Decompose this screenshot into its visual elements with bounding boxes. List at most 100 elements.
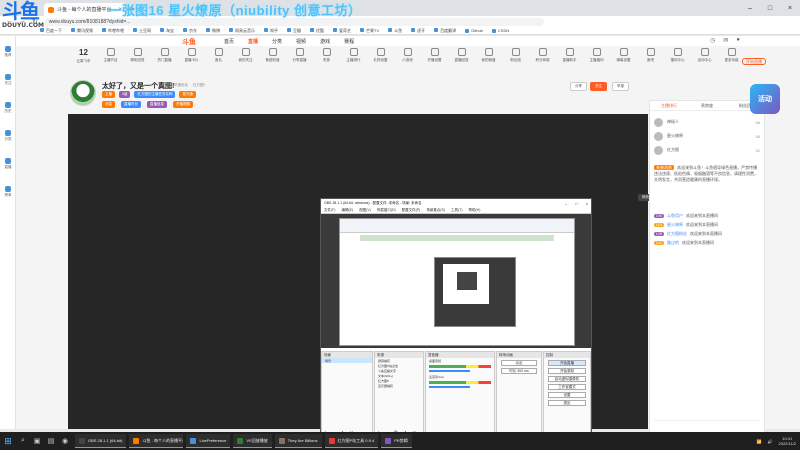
sidebar-item[interactable]: 历史 <box>0 96 16 120</box>
rank-row[interactable]: 红方图 32 <box>654 143 760 157</box>
taskbar-app[interactable]: LivePreference <box>186 434 231 448</box>
nav-item[interactable]: 视频 <box>296 38 306 45</box>
category-item[interactable]: 鱼丸 <box>205 48 232 74</box>
bookmark-item[interactable]: 微博 <box>206 28 220 34</box>
share-button[interactable]: 分享 <box>570 82 587 91</box>
network-icon[interactable]: 📶 <box>757 439 762 444</box>
windows-start-icon[interactable]: ⊞ <box>0 432 16 450</box>
category-item[interactable]: 我的频道 <box>475 48 502 74</box>
obs-close-icon[interactable]: × <box>586 201 588 206</box>
start-live-button[interactable]: 开始直播 <box>742 58 766 65</box>
bookmark-item[interactable]: 京东 <box>183 28 197 34</box>
obs-menu-item[interactable]: 场景集合(S) <box>426 208 445 213</box>
bookmark-item[interactable]: 知乎 <box>264 28 278 34</box>
obs-preview[interactable] <box>321 214 591 348</box>
nav-item[interactable]: 游戏 <box>320 38 330 45</box>
category-item[interactable]: 鱼吧 <box>637 48 664 74</box>
category-item[interactable]: 弹幕设置 <box>610 48 637 74</box>
category-item[interactable]: 小游戏 <box>394 48 421 74</box>
chrome-icon[interactable]: ◉ <box>58 432 72 450</box>
obs-minimize-icon[interactable]: – <box>565 201 567 206</box>
bookmark-item[interactable]: 爱奇艺 <box>333 28 351 34</box>
room-meta-item[interactable]: 红方图+ <box>193 83 206 88</box>
room-meta-item[interactable]: 举报 <box>162 83 169 88</box>
room-badge-secondary[interactable]: 直播时长 <box>121 101 141 108</box>
obs-menu-item[interactable]: 帮助(H) <box>469 208 481 213</box>
chat-username[interactable]: 路过的 <box>667 240 679 246</box>
nav-item[interactable]: 首页 <box>224 38 234 45</box>
category-item[interactable]: 活动中心 <box>691 48 718 74</box>
category-item[interactable]: 积分商城 <box>529 48 556 74</box>
rank-row[interactable]: 星火燎原 56 <box>654 129 760 143</box>
category-item[interactable]: 主播节目 <box>97 48 124 74</box>
bookmark-item[interactable]: 优酷 <box>310 28 324 34</box>
source-item[interactable]: 显示器捕获 <box>375 383 423 388</box>
close-window-icon[interactable]: × <box>780 0 800 16</box>
sidebar-item[interactable]: 直播 <box>0 152 16 176</box>
bookmark-item[interactable]: 土豆网 <box>133 28 151 34</box>
category-item[interactable]: 直播卡片 <box>178 48 205 74</box>
room-badge-secondary[interactable]: 消息 <box>102 101 115 108</box>
obs-control-button[interactable]: 设置 <box>548 392 586 398</box>
sidebar-item[interactable]: 榜单 <box>0 180 16 204</box>
chat-username[interactable]: 红方图粉丝 <box>667 231 687 237</box>
category-item[interactable]: 粉丝团 <box>502 48 529 74</box>
follow-button[interactable]: 关注 <box>590 82 607 91</box>
bookmark-item[interactable]: 网易云音乐 <box>229 28 255 34</box>
promo-banner[interactable]: 活动 <box>750 84 780 114</box>
nav-item[interactable]: 直播 <box>248 38 258 45</box>
video-player[interactable]: 网页全屏 OBS 28.1.1 (64-bit, windows) - 配置文件… <box>68 114 660 439</box>
obs-control-button[interactable]: 工作室模式 <box>548 384 586 390</box>
room-badge-secondary[interactable]: 直播信息 <box>147 101 167 108</box>
obs-maximize-icon[interactable]: □ <box>575 201 577 206</box>
category-item[interactable]: 主播福利 <box>583 48 610 74</box>
search-icon[interactable]: ⌕ <box>16 432 30 450</box>
room-badge-secondary[interactable]: 开播提醒 <box>173 101 193 108</box>
bookmark-item[interactable]: 斗鱼 <box>388 28 402 34</box>
taskbar-app[interactable]: 红方图P站工具 0.9.4 <box>324 434 379 448</box>
explorer-icon[interactable]: ▤ <box>44 432 58 450</box>
bookmark-item[interactable]: Github <box>465 28 483 33</box>
minimize-icon[interactable]: – <box>740 0 760 16</box>
nav-item[interactable]: 分类 <box>272 38 282 45</box>
sidebar-item[interactable]: 推荐 <box>0 40 16 64</box>
category-item[interactable]: 福利中心 <box>664 48 691 74</box>
taskbar-app[interactable]: They Are Billions <box>274 434 322 448</box>
taskbar-app[interactable]: 斗鱼 - 每个人的直播平台 <box>129 434 184 448</box>
bookmark-item[interactable]: 虎牙 <box>411 28 425 34</box>
bookmark-item[interactable]: 淘宝 <box>160 28 174 34</box>
category-item[interactable]: 直播回放 <box>448 48 475 74</box>
category-item[interactable]: 精彩回放 <box>124 48 151 74</box>
bookmark-item[interactable]: 哔哩哔哩 <box>102 28 124 34</box>
user-avatar-icon[interactable]: ● <box>736 37 740 44</box>
nav-item[interactable]: 赛程 <box>344 38 354 45</box>
taskbar-app[interactable]: PR剪辑 <box>381 434 412 448</box>
bookmark-item[interactable]: 芒果TV <box>360 28 379 34</box>
scene-item[interactable]: 场景 <box>322 358 372 363</box>
clock[interactable]: 10:41 2022/11/2 <box>779 436 797 446</box>
volume-icon[interactable]: 🔊 <box>768 439 773 444</box>
obs-menu-item[interactable]: 编辑(E) <box>341 208 353 213</box>
mic-volume-slider[interactable] <box>429 386 470 388</box>
sidebar-item[interactable]: 关注 <box>0 68 16 92</box>
bookmark-item[interactable]: CSDN <box>492 28 509 33</box>
transition-duration[interactable]: 时长 300 ms <box>501 368 537 374</box>
streamer-avatar[interactable] <box>70 80 96 106</box>
category-item[interactable]: 礼物设置 <box>367 48 394 74</box>
sidebar-item[interactable]: 分类 <box>0 124 16 148</box>
report-button[interactable]: 举报 <box>612 82 629 91</box>
category-item[interactable]: 开播设置 <box>421 48 448 74</box>
chat-username[interactable]: 星火燎原 <box>667 222 683 228</box>
category-item[interactable]: 贵族 <box>313 48 340 74</box>
room-meta-item[interactable]: 举报优化 <box>174 83 188 88</box>
maximize-icon[interactable]: □ <box>760 0 780 16</box>
chat-username[interactable]: 斗鱼用户 <box>667 213 683 219</box>
chat-tab[interactable]: 主播排行 <box>650 101 688 110</box>
bookmark-item[interactable]: 腾讯视频 <box>71 28 93 34</box>
obs-menu-item[interactable]: 工具(T) <box>451 208 462 213</box>
taskbar-app[interactable]: VS回放播放 <box>233 434 272 448</box>
obs-control-button[interactable]: 退出 <box>548 400 586 406</box>
obs-control-button[interactable]: 启动虚拟摄像机 <box>548 376 586 382</box>
douyu-logo[interactable]: 斗鱼 <box>182 37 196 47</box>
category-item[interactable]: 鱼翅充值 <box>259 48 286 74</box>
